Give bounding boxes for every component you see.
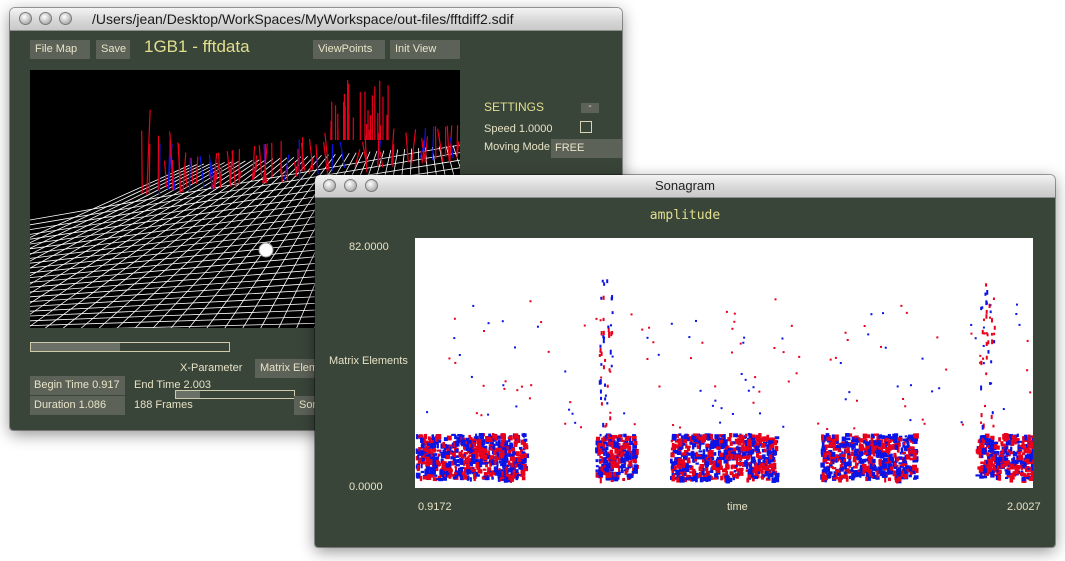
viewpoints-button[interactable]: ViewPoints (313, 40, 385, 59)
file-map-button[interactable]: File Map (30, 40, 90, 59)
main-titlebar[interactable]: /Users/jean/Desktop/WorkSpaces/MyWorkspa… (10, 8, 622, 31)
progress-bar[interactable] (30, 342, 230, 352)
sonagram-window: Sonagram amplitude 82.0000 Matrix Elemen… (315, 175, 1055, 547)
sonagram-window-title: Sonagram (655, 178, 715, 193)
y-axis-label: Matrix Elements (329, 355, 408, 367)
minimize-window-button[interactable] (39, 12, 52, 25)
sonagram-content: amplitude 82.0000 Matrix Elements 0.0000… (315, 198, 1055, 547)
speed-checkbox[interactable] (580, 121, 592, 133)
sonagram-plot[interactable] (415, 238, 1033, 488)
x-parameter-label: X-Parameter (180, 362, 243, 374)
x-axis-label: time (727, 501, 748, 513)
save-button[interactable]: Save (96, 40, 130, 59)
duration-field[interactable]: Duration 1.086 (30, 396, 125, 415)
moving-mode-label: Moving Mode (484, 141, 551, 153)
close-window-button[interactable] (19, 12, 32, 25)
moving-mode-select[interactable]: FREE (551, 139, 622, 158)
sonagram-titlebar[interactable]: Sonagram (315, 175, 1055, 198)
begin-time-field[interactable]: Begin Time 0.917 (30, 376, 125, 395)
settings-collapse-button[interactable]: - (581, 102, 599, 113)
cursor-sphere[interactable] (258, 242, 274, 258)
main-window-title: /Users/jean/Desktop/WorkSpaces/MyWorkspa… (92, 11, 514, 27)
matrix-title: 1GB1 - fftdata (144, 37, 250, 56)
y-max-label: 82.0000 (349, 241, 389, 253)
init-view-button[interactable]: Init View (390, 40, 460, 59)
progress-fill (31, 343, 121, 351)
matrix-elements-button[interactable]: Matrix Eleme (255, 359, 315, 378)
plot-title: amplitude (649, 208, 721, 223)
x-max-label: 2.0027 (1007, 501, 1041, 513)
settings-heading: SETTINGS (484, 100, 545, 114)
zoom-window-button[interactable] (59, 12, 72, 25)
time-slider-fill (176, 391, 200, 398)
sonagram-image (415, 279, 1033, 484)
frames-label: 188 Frames (134, 399, 193, 411)
y-min-label: 0.0000 (349, 481, 383, 493)
speed-label: Speed 1.0000 (484, 123, 553, 135)
x-min-label: 0.9172 (418, 501, 452, 513)
time-slider[interactable] (175, 390, 295, 399)
